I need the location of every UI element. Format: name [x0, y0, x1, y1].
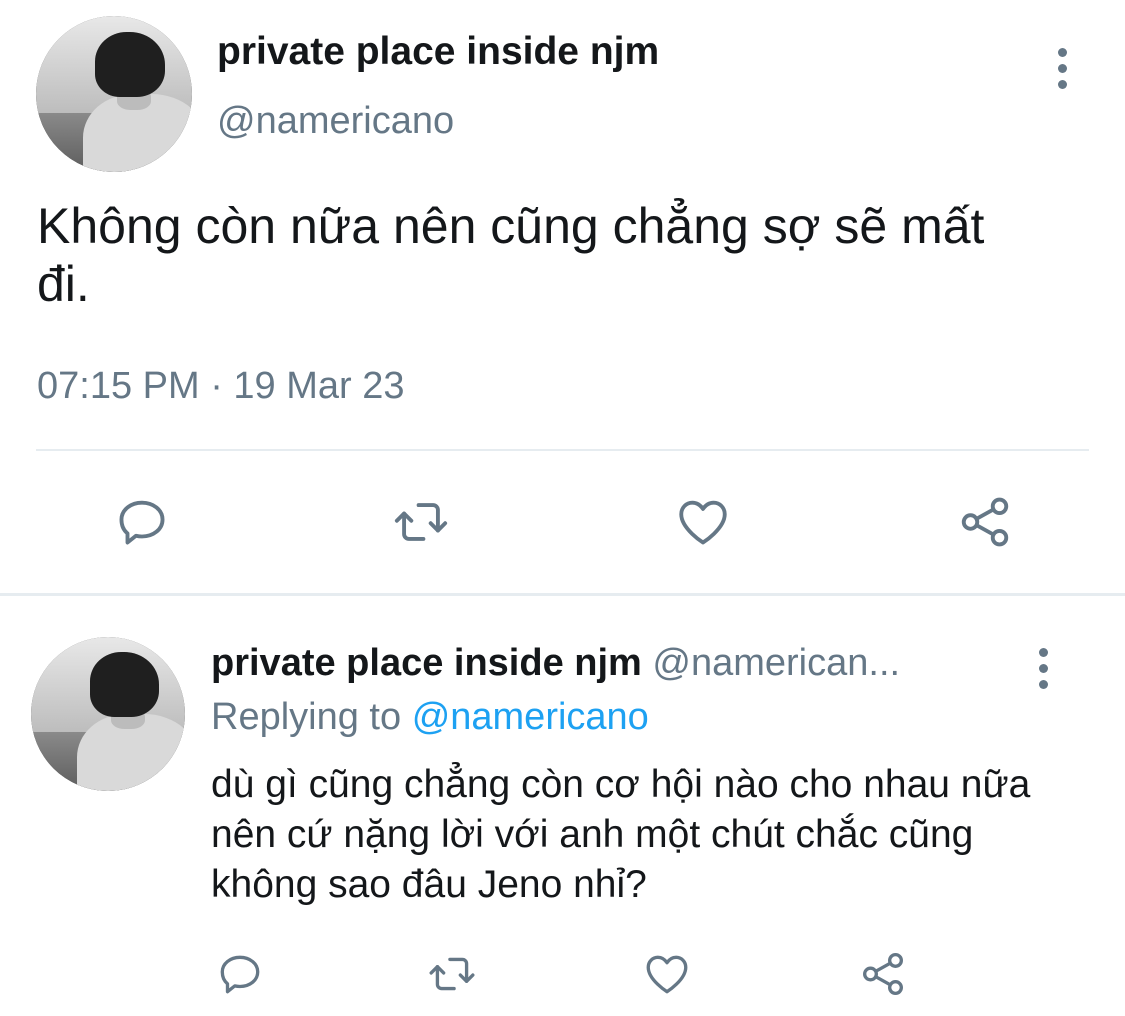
reply-author-handle[interactable]: @namerican... — [652, 642, 900, 684]
share-icon — [961, 497, 1009, 547]
reply-retweet-button[interactable] — [424, 946, 480, 1002]
reply-icon — [220, 955, 260, 994]
reply-header: private place inside njm @namerican... — [211, 642, 1021, 685]
more-options-icon[interactable] — [1055, 48, 1069, 89]
reply-icon — [119, 500, 165, 545]
like-icon — [679, 500, 727, 545]
replying-label: Replying to — [211, 696, 402, 738]
divider — [36, 449, 1089, 451]
share-icon — [863, 952, 903, 996]
reply-like-button[interactable] — [639, 946, 695, 1002]
like-icon — [646, 955, 688, 994]
reply-more-options-icon[interactable] — [1036, 648, 1050, 689]
avatar[interactable] — [36, 16, 192, 172]
reply-author-name[interactable]: private place inside njm — [211, 642, 642, 684]
retweet-icon — [429, 957, 475, 991]
section-divider — [0, 593, 1125, 596]
retweet-icon — [394, 503, 448, 541]
reply-reply-button[interactable] — [212, 946, 268, 1002]
reply-button[interactable] — [110, 490, 174, 554]
reply-share-button[interactable] — [855, 946, 911, 1002]
reply-text: dù gì cũng chẳng còn cơ hội nào cho nhau… — [211, 763, 1031, 906]
reply-avatar[interactable] — [31, 637, 185, 791]
replying-to: Replying to @namericano — [211, 696, 649, 739]
retweet-button[interactable] — [389, 490, 453, 554]
author-name[interactable]: private place inside njm — [217, 30, 659, 74]
replying-to-link[interactable]: @namericano — [412, 696, 649, 738]
like-button[interactable] — [671, 490, 735, 554]
tweet-text: Không còn nữa nên cũng chẳng sợ sẽ mất đ… — [37, 198, 985, 312]
tweet-timestamp[interactable]: 07:15 PM · 19 Mar 23 — [37, 365, 405, 408]
share-button[interactable] — [953, 490, 1017, 554]
author-handle[interactable]: @namericano — [217, 100, 454, 143]
